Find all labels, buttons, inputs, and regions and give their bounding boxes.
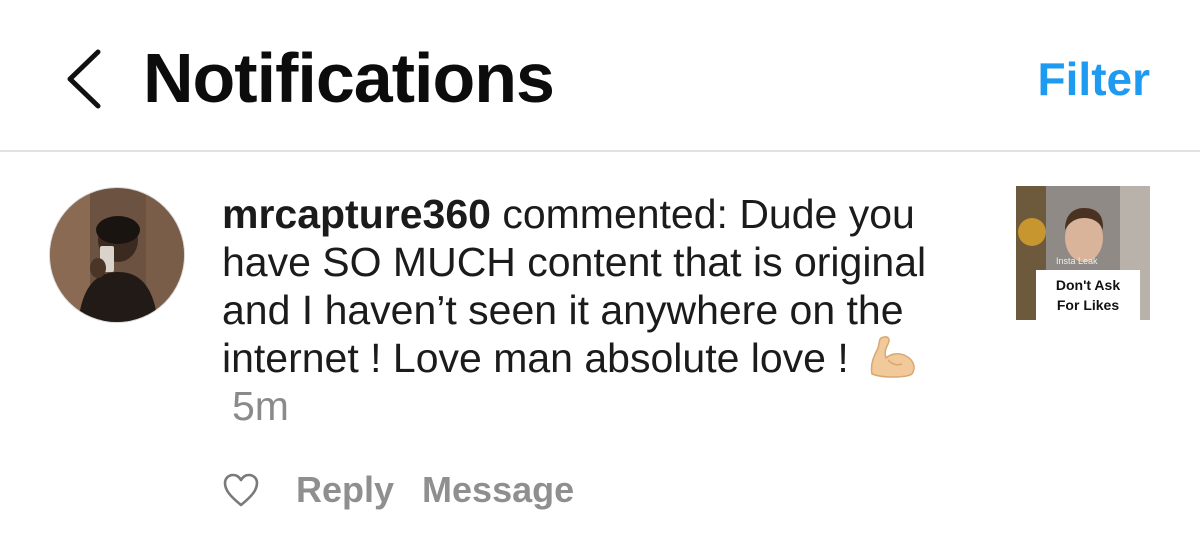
thumbnail-caption-line1: Don't Ask bbox=[1055, 277, 1121, 293]
reply-button[interactable]: Reply bbox=[296, 469, 394, 511]
message-button[interactable]: Message bbox=[422, 469, 574, 511]
thumbnail-watermark: Insta Leak bbox=[1056, 256, 1098, 266]
timestamp: 5m bbox=[232, 383, 289, 429]
page-title: Notifications bbox=[143, 39, 555, 117]
action-bar: Reply Message bbox=[222, 466, 574, 514]
comment-text: mrcapture360 commented: Dude you have SO… bbox=[222, 190, 962, 430]
thumbnail-caption-line2: For Likes bbox=[1056, 297, 1120, 313]
back-button[interactable] bbox=[60, 44, 110, 114]
filter-button[interactable]: Filter bbox=[1038, 52, 1150, 106]
avatar[interactable] bbox=[49, 187, 185, 323]
heart-icon[interactable] bbox=[222, 472, 260, 508]
chevron-left-icon bbox=[67, 49, 101, 109]
thumbnail-caption: Don't Ask For Likes bbox=[1036, 270, 1140, 320]
username-link[interactable]: mrcapture360 bbox=[222, 191, 491, 237]
header-bar: Notifications Filter bbox=[0, 0, 1200, 152]
post-thumbnail[interactable]: Insta Leak Don't Ask For Likes bbox=[1016, 186, 1150, 320]
flexed-biceps-emoji bbox=[866, 334, 918, 378]
notification-item[interactable]: mrcapture360 commented: Dude you have SO… bbox=[0, 154, 1200, 554]
